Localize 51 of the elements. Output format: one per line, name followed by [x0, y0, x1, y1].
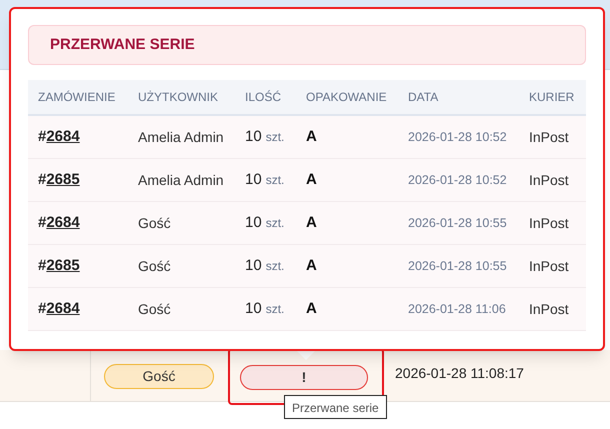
- table-cell-text: Gość: [138, 300, 172, 318]
- table-cell-text: A: [306, 212, 318, 233]
- table-cell-text: Gość: [138, 256, 172, 276]
- column-header: ILOŚĆ: [245, 89, 282, 106]
- table-cell-text: Amelia Admin: [138, 128, 225, 146]
- table-cell-text: 2026-01-28 10:52: [408, 172, 508, 189]
- unit-text: szt.: [266, 258, 284, 275]
- table-cell-text: InPost: [529, 300, 570, 318]
- order-link[interactable]: 2685: [46, 254, 80, 278]
- column-header: KURIER: [529, 89, 576, 106]
- table-cell-text: 2026-01-28 10:55: [408, 258, 508, 275]
- unit-text: szt.: [266, 172, 284, 189]
- order-link[interactable]: 2684: [46, 298, 80, 320]
- table-cell-text: A: [306, 256, 318, 276]
- order-link[interactable]: 2684: [46, 126, 80, 148]
- column-header: ZAMÓWIENIE: [38, 89, 116, 106]
- table-cell-text: A: [306, 126, 318, 147]
- hash-text: #: [38, 298, 46, 319]
- table-cell-text: 2026-01-28 10:52: [408, 128, 508, 146]
- unit-text: szt.: [266, 128, 284, 146]
- unit-text: szt.: [266, 214, 284, 232]
- quantity-text: 10: [245, 170, 262, 190]
- column-header: DATA: [408, 89, 440, 106]
- table-cell-text: InPost: [529, 214, 570, 232]
- quantity-text: 10: [245, 212, 262, 233]
- table-cell-text: InPost: [529, 170, 570, 190]
- alert-button[interactable]: !: [240, 365, 368, 390]
- date-text: 2026-01-28 11:08:17: [395, 365, 524, 381]
- quantity-text: 10: [245, 126, 262, 147]
- hash-text: #: [38, 212, 46, 233]
- hash-text: #: [38, 170, 46, 190]
- user-badge: Gość: [104, 364, 214, 389]
- order-link[interactable]: 2685: [46, 168, 80, 192]
- unit-text: szt.: [266, 300, 284, 318]
- table-cell-text: InPost: [529, 256, 570, 276]
- table-cell-text: A: [306, 298, 318, 319]
- hash-text: #: [38, 256, 46, 276]
- tooltip: Przerwane serie: [284, 395, 387, 419]
- table-cell-text: 2026-01-28 11:06: [408, 300, 507, 318]
- table-cell-text: A: [306, 170, 318, 190]
- order-link[interactable]: 2684: [46, 212, 80, 234]
- quantity-text: 10: [245, 256, 262, 276]
- quantity-text: 10: [245, 298, 262, 319]
- table-cell-text: Amelia Admin: [138, 170, 225, 190]
- popover-title: PRZERWANE SERIE: [50, 34, 195, 55]
- table-cell-text: 2026-01-28 10:55: [408, 214, 508, 232]
- table-cell-text: InPost: [529, 128, 570, 146]
- column-header: OPAKOWANIE: [306, 89, 388, 106]
- hash-text: #: [38, 126, 46, 147]
- column-header: UŻYTKOWNIK: [138, 89, 219, 106]
- table-cell-text: Gość: [138, 214, 172, 232]
